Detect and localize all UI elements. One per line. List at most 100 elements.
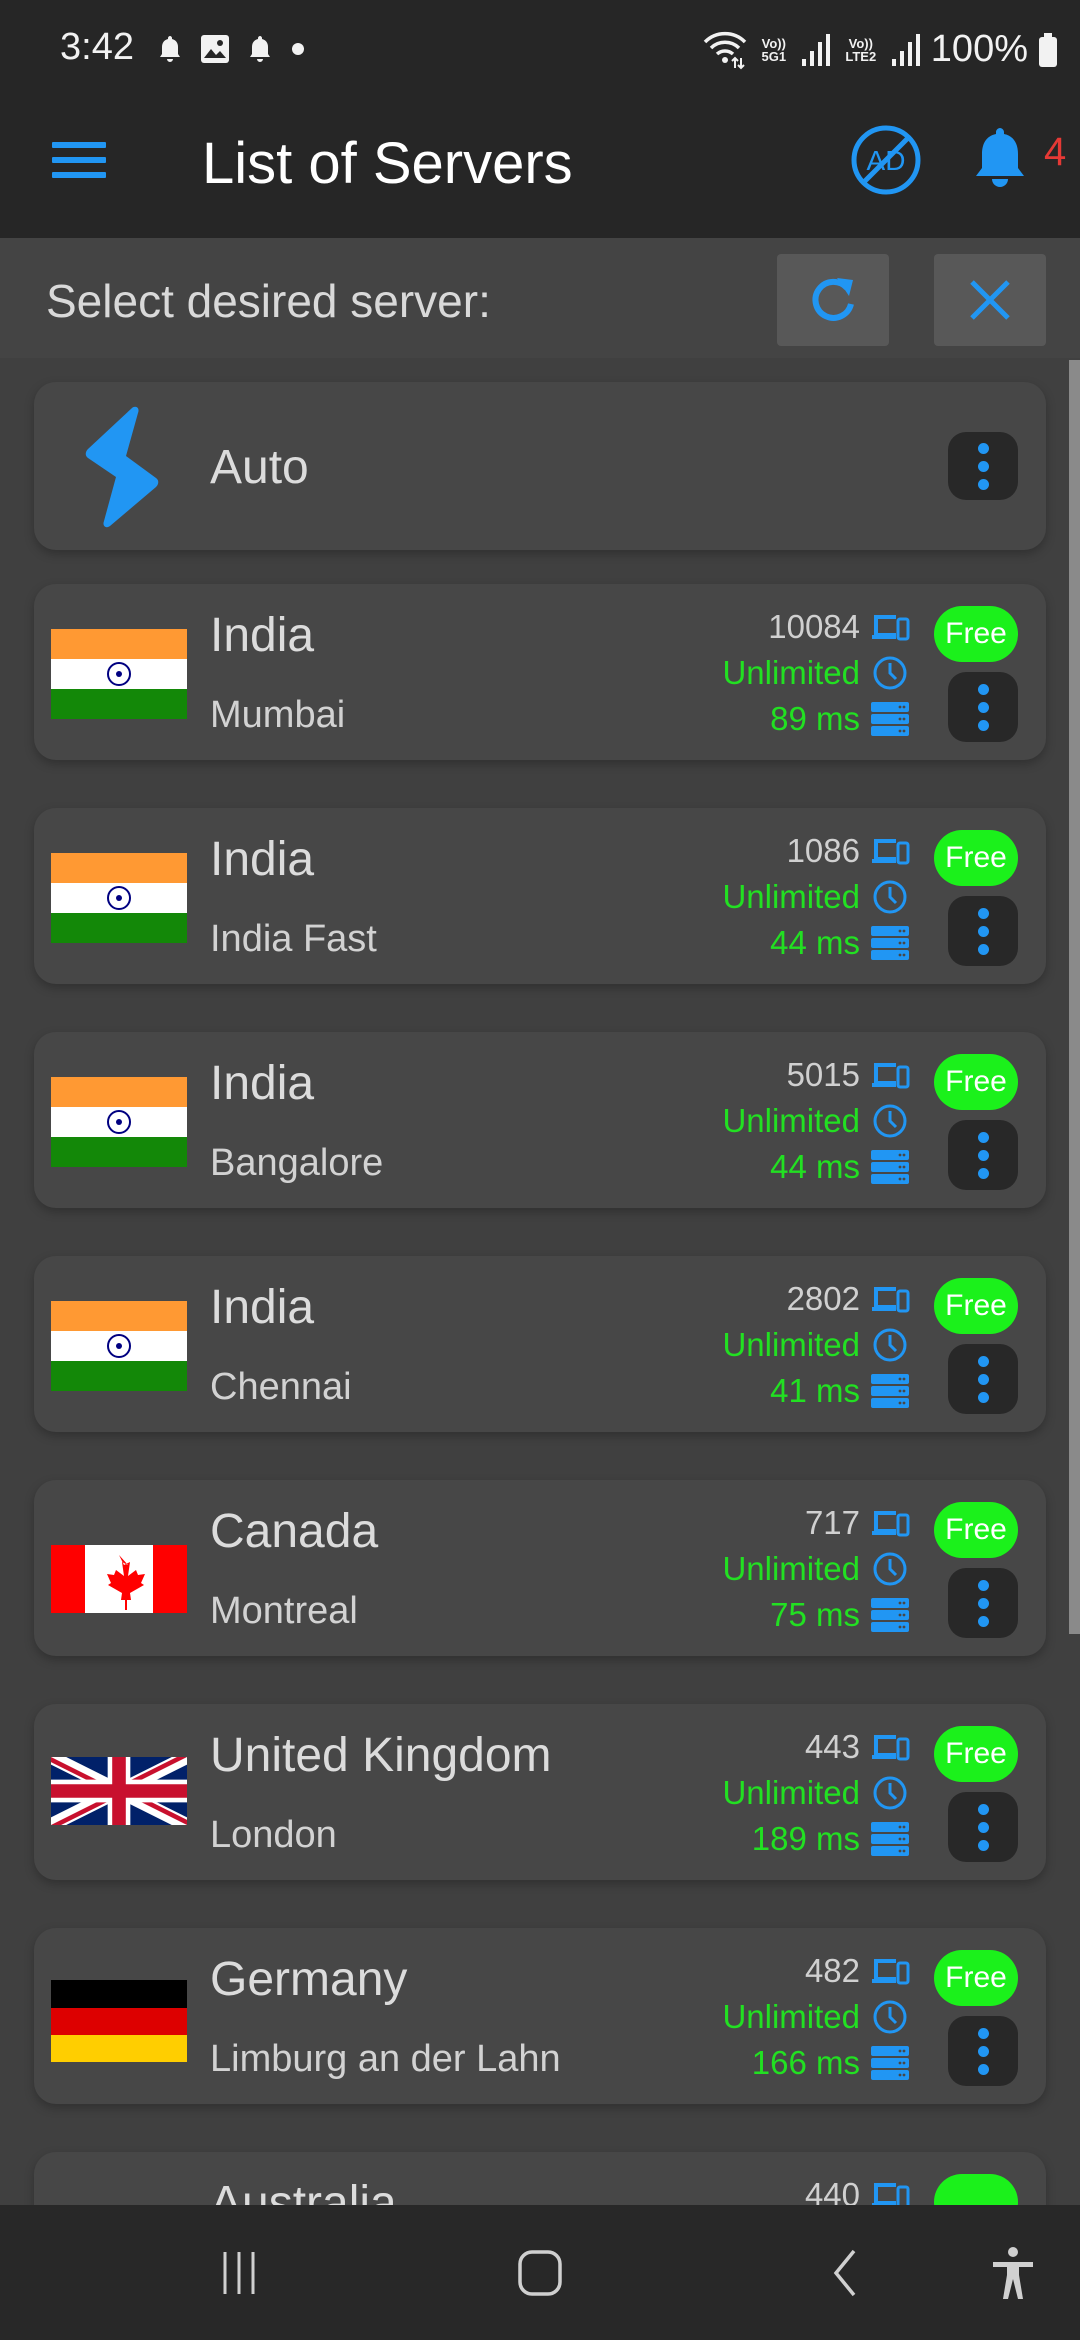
status-time: 3:42: [60, 26, 134, 68]
more-options-button[interactable]: [948, 2016, 1018, 2086]
ping-row: 89 ms: [722, 696, 910, 742]
free-badge: Free: [934, 1278, 1018, 1334]
clock-icon: [870, 1551, 910, 1587]
dot: [977, 1167, 989, 1179]
server-item[interactable]: India India Fast 1086 Unlimited 44 ms Free: [34, 808, 1046, 984]
clock-icon: [870, 1775, 910, 1811]
users-row: 10084: [722, 604, 910, 650]
server-city: Montreal: [210, 1590, 358, 1632]
status-bar: 3:42 Vo)) 5G1 Vo)) LTE2 100%: [0, 0, 1080, 100]
free-badge: Free: [934, 606, 1018, 662]
server-item[interactable]: United Kingdom London 443 Unlimited 189 ms Fr…: [34, 1704, 1046, 1880]
more-options-button[interactable]: [948, 896, 1018, 966]
devices-icon: [870, 833, 910, 869]
more-options-button[interactable]: [948, 1344, 1018, 1414]
more-options-button[interactable]: [948, 432, 1018, 500]
server-users: 10084: [768, 608, 860, 645]
notifications-button[interactable]: [972, 126, 1028, 193]
dot: [977, 2045, 989, 2057]
server-ping: 89 ms: [770, 700, 860, 737]
clock-icon: [870, 1327, 910, 1363]
server-item[interactable]: Australia 440: [34, 2152, 1046, 2206]
duration-row: Unlimited: [722, 1546, 910, 1592]
server-city: Chennai: [210, 1366, 352, 1408]
server-stats: 482 Unlimited 166 ms: [722, 1948, 910, 2086]
ping-row: 75 ms: [722, 1592, 910, 1638]
server-stats: 717 Unlimited 75 ms: [722, 1500, 910, 1638]
devices-icon: [870, 1057, 910, 1093]
more-options-button[interactable]: [948, 672, 1018, 742]
dot: [977, 1803, 989, 1815]
dot: [977, 1579, 989, 1591]
devices-icon: [870, 1953, 910, 1989]
devices-icon: [870, 609, 910, 645]
server-item[interactable]: India Chennai 2802 Unlimited 41 ms Free: [34, 1256, 1046, 1432]
flag-canada-icon: [51, 1545, 187, 1618]
free-badge: Free: [934, 830, 1018, 886]
server-icon: [870, 701, 910, 737]
server-list[interactable]: Auto India Mumbai 10084 Unlimited 89 ms Free I…: [0, 358, 1080, 2206]
home-button[interactable]: [515, 2241, 565, 2305]
ping-row: 44 ms: [722, 1144, 910, 1190]
users-row: 717: [722, 1500, 910, 1546]
accessibility-button[interactable]: [988, 2241, 1038, 2305]
dot: [977, 943, 989, 955]
close-button[interactable]: [934, 254, 1046, 346]
system-nav-bar: [0, 2205, 1080, 2340]
flag-germany-icon: [51, 1980, 187, 2067]
menu-icon: [52, 142, 106, 148]
server-ping: 166 ms: [751, 2044, 860, 2081]
server-item-auto[interactable]: Auto: [34, 382, 1046, 550]
duration-row: Unlimited: [722, 1770, 910, 1816]
server-users: 440: [804, 2176, 860, 2206]
flag-india-icon: [51, 853, 187, 948]
menu-button[interactable]: [52, 142, 106, 182]
duration-row: Unlimited: [722, 874, 910, 920]
more-options-button[interactable]: [948, 1792, 1018, 1862]
server-country: India: [210, 1057, 315, 1110]
recents-button[interactable]: [210, 2241, 270, 2305]
dot: [977, 719, 989, 731]
dot-icon: [292, 43, 304, 55]
users-row: 5015: [722, 1052, 910, 1098]
server-users: 482: [804, 1952, 860, 1989]
server-duration: Unlimited: [722, 1774, 860, 1811]
page-title: List of Servers: [202, 131, 573, 196]
status-notification-icons: [158, 34, 306, 64]
server-icon: [870, 1373, 910, 1409]
server-duration: Unlimited: [722, 878, 860, 915]
flag-india-icon: [51, 1077, 187, 1172]
bell-icon: [250, 36, 270, 62]
server-users: 2802: [786, 1280, 860, 1317]
server-item[interactable]: India Bangalore 5015 Unlimited 44 ms Free: [34, 1032, 1046, 1208]
free-badge: Free: [934, 1726, 1018, 1782]
image-icon: [201, 35, 229, 63]
server-stats: 443 Unlimited 189 ms: [722, 1724, 910, 1862]
server-stats: 5015 Unlimited 44 ms: [722, 1052, 910, 1190]
server-item[interactable]: India Mumbai 10084 Unlimited 89 ms Free: [34, 584, 1046, 760]
more-options-button[interactable]: [948, 1568, 1018, 1638]
server-duration: Unlimited: [722, 1326, 860, 1363]
ping-row: 166 ms: [722, 2040, 910, 2086]
signal-icon: [891, 33, 920, 66]
server-country: Canada: [210, 1505, 379, 1558]
server-country: United Kingdom: [210, 1729, 552, 1782]
server-item[interactable]: Germany Limburg an der Lahn 482 Unlimited 16…: [34, 1928, 1046, 2104]
back-button[interactable]: [825, 2241, 865, 2305]
users-row: 482: [722, 1948, 910, 1994]
remove-ads-button[interactable]: AD: [850, 124, 922, 201]
scrollbar-thumb[interactable]: [1069, 360, 1080, 1634]
dot: [977, 1839, 989, 1851]
bell-icon: [976, 128, 1024, 187]
lightning-icon: [85, 406, 159, 528]
refresh-button[interactable]: [777, 254, 889, 346]
server-ping: 44 ms: [770, 1148, 860, 1185]
server-icon: [870, 2045, 910, 2081]
more-options-button[interactable]: [948, 1120, 1018, 1190]
server-item[interactable]: Canada Montreal 717 Unlimited 75 ms Free: [34, 1480, 1046, 1656]
dot: [977, 1149, 989, 1161]
server-icon: [870, 1597, 910, 1633]
server-country: India: [210, 1281, 315, 1334]
signal-icon: [801, 33, 830, 66]
ping-row: 41 ms: [722, 1368, 910, 1414]
